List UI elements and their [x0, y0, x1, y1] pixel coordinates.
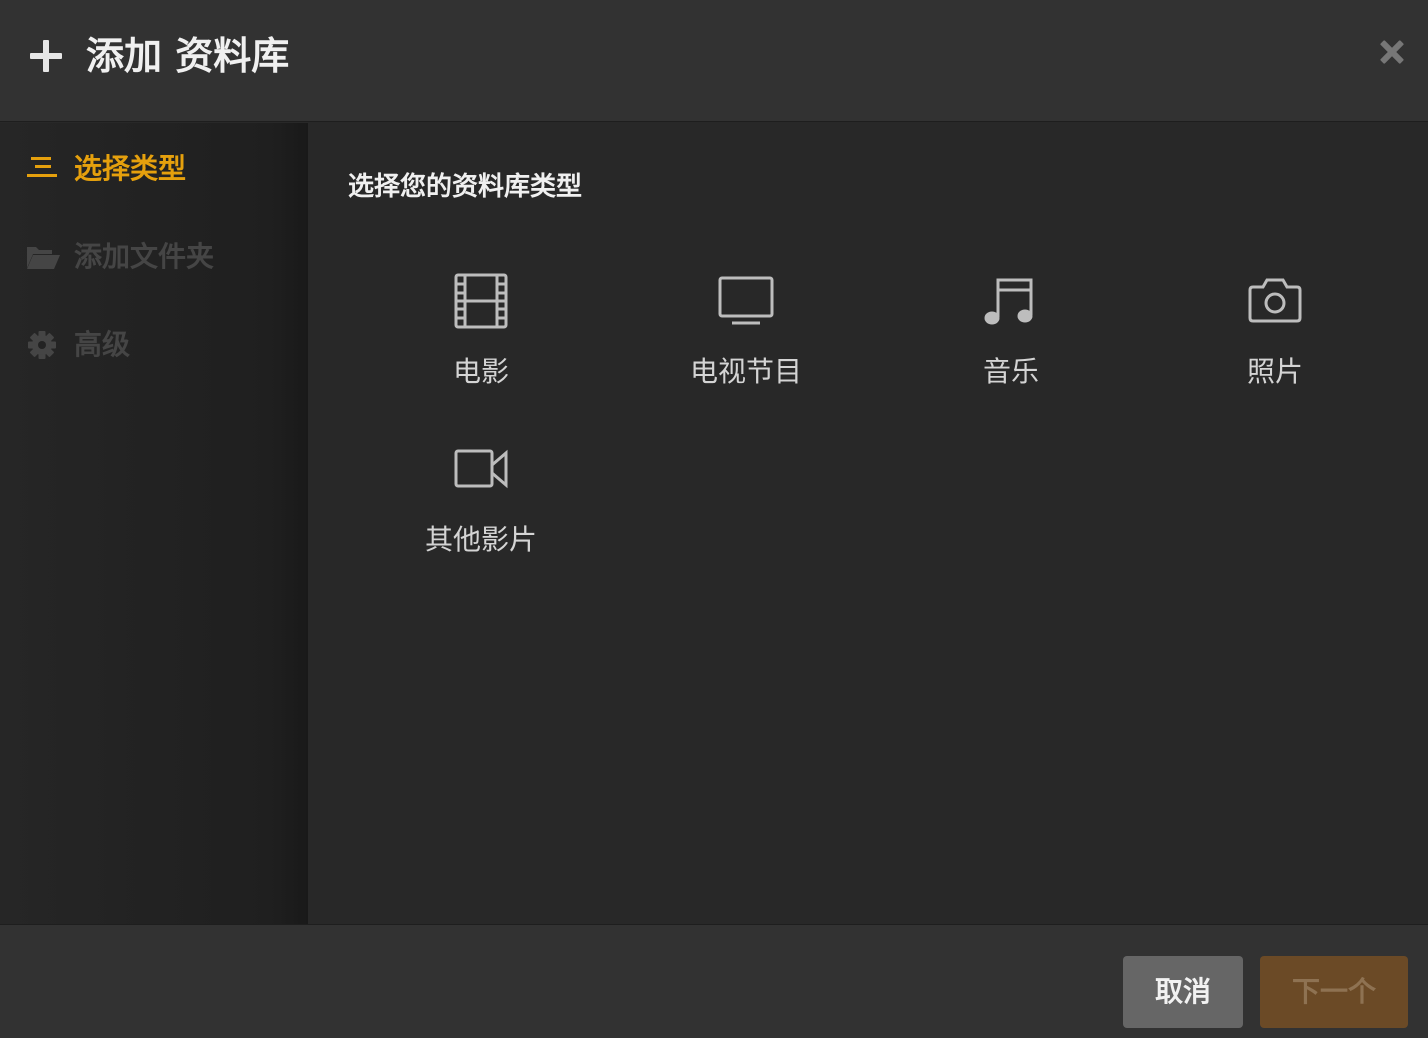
film-icon — [451, 271, 511, 331]
sidebar: 选择类型 添加文件夹 高级 — [0, 123, 308, 924]
dialog-footer: 取消 下一个 — [0, 924, 1428, 1038]
sidebar-item-select-type[interactable]: 选择类型 — [0, 139, 308, 199]
list-icon — [26, 153, 58, 185]
type-tile-music[interactable]: 音乐 — [911, 271, 1111, 421]
main-panel: 选择您的资料库类型 电影 电视节目 音乐 照片 其他影片 — [308, 123, 1428, 924]
cancel-button[interactable]: 取消 — [1123, 956, 1243, 1028]
camera-icon — [1245, 271, 1305, 331]
type-label: 电影 — [452, 355, 509, 388]
video-camera-icon — [451, 439, 511, 499]
type-tile-movies[interactable]: 电影 — [381, 271, 581, 421]
type-tile-other-videos[interactable]: 其他影片 — [381, 439, 581, 589]
tv-icon — [716, 271, 776, 331]
sidebar-item-advanced: 高级 — [0, 315, 308, 375]
sidebar-item-label: 高级 — [74, 328, 131, 361]
plus-icon — [28, 38, 64, 74]
close-icon[interactable] — [1374, 34, 1410, 70]
type-label: 其他影片 — [424, 523, 537, 556]
dialog-title: 添加 资料库 — [86, 34, 290, 78]
section-heading: 选择您的资料库类型 — [348, 172, 583, 202]
next-button[interactable]: 下一个 — [1260, 956, 1408, 1028]
sidebar-item-add-folder: 添加文件夹 — [0, 227, 308, 287]
music-note-icon — [981, 271, 1041, 331]
sidebar-item-label: 选择类型 — [74, 152, 187, 185]
folder-open-icon — [26, 241, 60, 273]
type-tile-tv-shows[interactable]: 电视节目 — [646, 271, 846, 421]
dialog-header: 添加 资料库 — [0, 0, 1428, 122]
gear-icon — [26, 329, 58, 361]
type-label: 音乐 — [982, 355, 1039, 388]
type-label: 电视节目 — [689, 355, 802, 388]
type-label: 照片 — [1246, 355, 1303, 388]
sidebar-item-label: 添加文件夹 — [74, 240, 215, 273]
type-tile-photos[interactable]: 照片 — [1175, 271, 1375, 421]
